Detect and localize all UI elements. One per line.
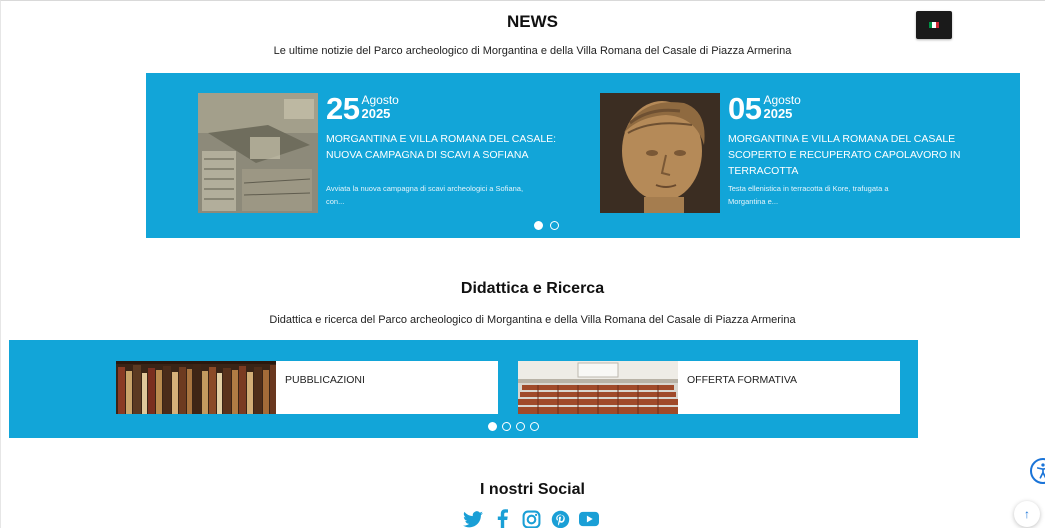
didattica-carousel: PUBBLICAZIONI OFFERTA FORMATIVA [9, 340, 918, 438]
didattica-label[interactable]: OFFERTA FORMATIVA [687, 374, 797, 386]
accessibility-icon [1036, 463, 1045, 479]
scroll-to-top-button[interactable]: ↑ [1014, 501, 1040, 527]
pagination-dot-1[interactable] [534, 221, 543, 230]
news-excerpt: Avviata la nuova campagna di scavi arche… [326, 184, 524, 206]
twitter-icon[interactable] [463, 509, 483, 528]
pagination-dot-2[interactable] [502, 422, 511, 431]
arrow-up-icon: ↑ [1024, 507, 1030, 521]
news-day: 25 [326, 91, 360, 126]
news-day: 05 [728, 91, 762, 126]
news-subtitle: Le ultime notizie del Parco archeologico… [273, 45, 792, 57]
pagination-dot-1[interactable] [488, 422, 497, 431]
books-image [116, 361, 276, 414]
news-pagination [534, 221, 559, 230]
news-headline[interactable]: MORGANTINA E VILLA ROMANA DEL CASALE SCO… [728, 131, 968, 179]
instagram-icon[interactable] [521, 509, 541, 528]
didattica-card-offerta-formativa[interactable]: OFFERTA FORMATIVA [518, 361, 900, 414]
pagination-dot-4[interactable] [530, 422, 539, 431]
news-image-terracotta-head[interactable] [600, 93, 720, 213]
news-card[interactable]: 25 Agosto 2025 MORGANTINA E VILLA ROMANA… [198, 93, 558, 218]
facebook-icon[interactable] [492, 509, 512, 528]
didattica-label[interactable]: PUBBLICAZIONI [285, 374, 365, 386]
news-headline[interactable]: MORGANTINA E VILLA ROMANA DEL CASALE: NU… [326, 131, 566, 163]
language-switcher[interactable] [916, 11, 952, 39]
news-card[interactable]: 05 Agosto 2025 MORGANTINA E VILLA ROMANA… [600, 93, 960, 218]
pagination-dot-3[interactable] [516, 422, 525, 431]
pagination-dot-2[interactable] [550, 221, 559, 230]
news-year: 2025 [361, 106, 391, 121]
social-title: I nostri Social [480, 481, 585, 498]
news-excerpt: Testa ellenistica in terracotta di Kore,… [728, 184, 889, 206]
news-carousel: 25 Agosto 2025 MORGANTINA E VILLA ROMANA… [146, 73, 1020, 238]
youtube-icon[interactable] [579, 509, 599, 528]
news-date: 25 Agosto 2025 [326, 93, 399, 124]
auditorium-image [518, 361, 678, 414]
news-title: NEWS [507, 12, 558, 31]
social-links [463, 509, 599, 528]
news-date: 05 Agosto 2025 [728, 93, 801, 124]
italian-flag-icon [929, 22, 939, 28]
didattica-title: Didattica e Ricerca [460, 280, 605, 297]
news-image-excavation[interactable] [198, 93, 318, 213]
didattica-pagination [488, 422, 539, 431]
news-year: 2025 [763, 106, 793, 121]
pinterest-icon[interactable] [550, 509, 570, 528]
didattica-subtitle: Didattica e ricerca del Parco archeologi… [269, 314, 796, 326]
didattica-card-pubblicazioni[interactable]: PUBBLICAZIONI [116, 361, 498, 414]
